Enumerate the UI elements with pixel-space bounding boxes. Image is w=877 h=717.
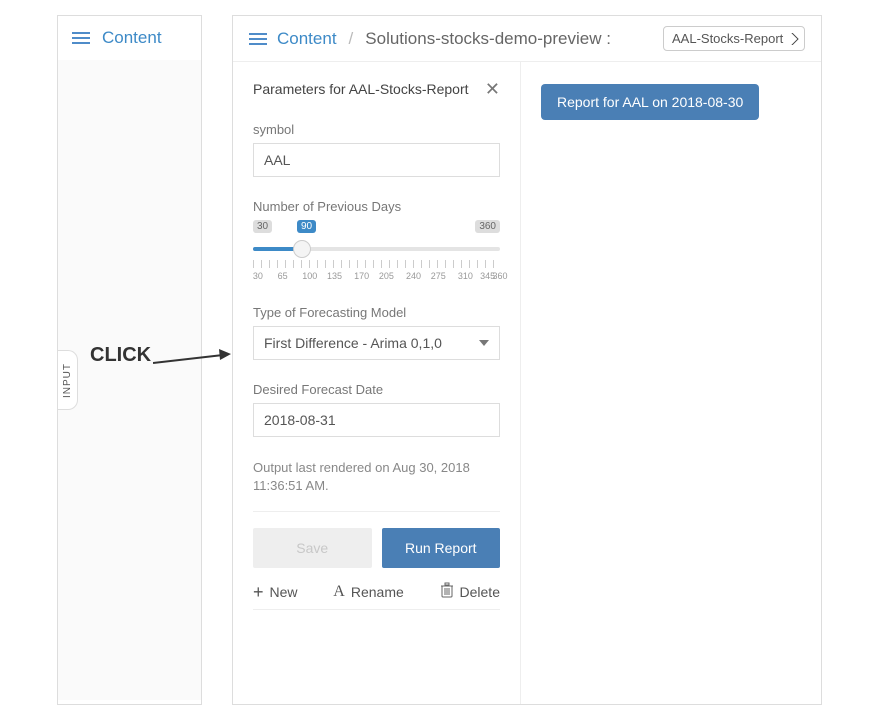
- days-label: Number of Previous Days: [253, 199, 500, 214]
- date-input[interactable]: [253, 403, 500, 437]
- button-row: Save Run Report: [253, 528, 500, 568]
- slider-min-pill: 30: [253, 220, 272, 233]
- action-row: + New A Rename: [253, 582, 500, 601]
- click-annotation-arrow: [153, 347, 231, 367]
- days-slider[interactable]: 30 90 360 30 65 100 135 170 205: [253, 220, 500, 283]
- tick: 310: [458, 271, 473, 281]
- run-report-button[interactable]: Run Report: [382, 528, 501, 568]
- model-select[interactable]: First Difference - Arima 0,1,0: [253, 326, 500, 360]
- slider-endpoints: 30 90 360: [253, 220, 500, 236]
- slider-ruler: [253, 260, 500, 268]
- slider-ticks: 30 65 100 135 170 205 240 275 310 345 36…: [253, 271, 500, 283]
- date-label: Desired Forecast Date: [253, 382, 500, 397]
- tick: 275: [431, 271, 446, 281]
- plus-icon: +: [253, 583, 264, 601]
- main-body: Parameters for AAL-Stocks-Report ✕ symbo…: [233, 62, 821, 704]
- slider-track-wrap[interactable]: [253, 240, 500, 258]
- report-title-badge[interactable]: Report for AAL on 2018-08-30: [541, 84, 759, 120]
- trash-icon: [440, 582, 454, 601]
- tick: 65: [278, 271, 288, 281]
- slider-current-pill: 90: [297, 220, 316, 233]
- rendered-note: Output last rendered on Aug 30, 2018 11:…: [253, 459, 500, 495]
- content-link-main[interactable]: Content: [277, 29, 337, 49]
- divider-bottom: [253, 609, 500, 610]
- report-select-wrap[interactable]: AAL-Stocks-Report: [663, 26, 805, 51]
- tick: 170: [354, 271, 369, 281]
- tick: 240: [406, 271, 421, 281]
- delete-action[interactable]: Delete: [440, 582, 500, 601]
- input-tab-label: INPUT: [62, 363, 73, 398]
- new-action[interactable]: + New: [253, 582, 298, 601]
- letter-a-icon: A: [333, 583, 345, 601]
- save-button[interactable]: Save: [253, 528, 372, 568]
- panel-title: Parameters for AAL-Stocks-Report: [253, 81, 469, 97]
- breadcrumb-current: Solutions-stocks-demo-preview :: [365, 29, 611, 49]
- close-icon[interactable]: ✕: [485, 80, 500, 98]
- menu-icon-main[interactable]: [249, 33, 267, 45]
- main-header: Content / Solutions-stocks-demo-preview …: [233, 16, 821, 62]
- tick: 135: [327, 271, 342, 281]
- tick: 100: [302, 271, 317, 281]
- slider-max-pill: 360: [475, 220, 500, 233]
- tick: 30: [253, 271, 263, 281]
- click-annotation-label: CLICK: [90, 344, 151, 367]
- tick: 205: [379, 271, 394, 281]
- main-panel: Content / Solutions-stocks-demo-preview …: [232, 15, 822, 705]
- model-label: Type of Forecasting Model: [253, 305, 500, 320]
- divider: [253, 511, 500, 512]
- chevron-down-icon: [479, 340, 489, 346]
- symbol-label: symbol: [253, 122, 500, 137]
- tick: 360: [492, 271, 507, 281]
- rename-label: Rename: [351, 584, 404, 600]
- rename-action[interactable]: A Rename: [333, 582, 403, 601]
- model-select-value: First Difference - Arima 0,1,0: [264, 335, 442, 351]
- collapsed-body: INPUT: [58, 60, 201, 700]
- symbol-input[interactable]: [253, 143, 500, 177]
- delete-label: Delete: [460, 584, 500, 600]
- parameters-panel: Parameters for AAL-Stocks-Report ✕ symbo…: [233, 62, 521, 704]
- new-label: New: [270, 584, 298, 600]
- report-content-area: Report for AAL on 2018-08-30: [521, 62, 821, 704]
- menu-icon[interactable]: [72, 32, 90, 44]
- collapsed-header: Content: [58, 16, 201, 60]
- input-tab[interactable]: INPUT: [58, 350, 78, 410]
- panel-title-row: Parameters for AAL-Stocks-Report ✕: [253, 80, 500, 98]
- content-link-left[interactable]: Content: [102, 28, 162, 48]
- report-select[interactable]: AAL-Stocks-Report: [663, 26, 805, 51]
- slider-thumb[interactable]: [293, 240, 311, 258]
- breadcrumb-separator: /: [349, 29, 354, 49]
